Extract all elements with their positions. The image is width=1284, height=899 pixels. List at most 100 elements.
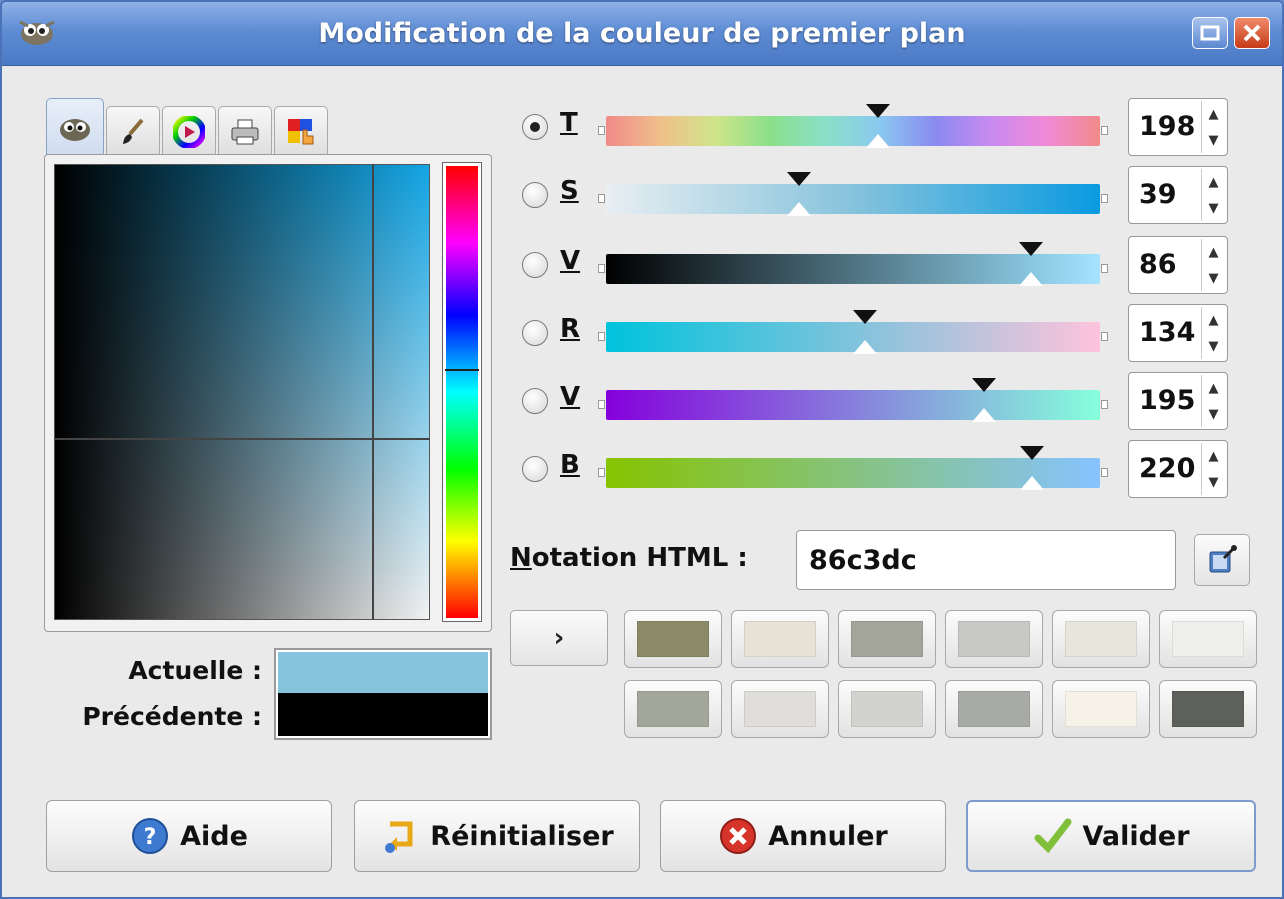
slider-handle-top[interactable]	[853, 310, 878, 324]
slider-track[interactable]	[606, 184, 1100, 214]
spin-buttons: ▲ ▼	[1201, 101, 1225, 153]
tab-watercolor[interactable]	[274, 106, 328, 156]
history-swatch-10[interactable]	[1052, 680, 1150, 738]
color-picker-button[interactable]	[1194, 534, 1250, 586]
spin-up-icon[interactable]: ▲	[1201, 375, 1225, 401]
color-wheel-icon	[173, 115, 205, 148]
channel-radio[interactable]	[522, 456, 548, 482]
spin-up-icon[interactable]: ▲	[1201, 239, 1225, 265]
spin-buttons: ▲ ▼	[1201, 375, 1225, 427]
spin-down-icon[interactable]: ▼	[1201, 265, 1225, 291]
channel-spinbutton[interactable]: 134 ▲ ▼	[1128, 304, 1228, 362]
channel-spinbutton[interactable]: 220 ▲ ▼	[1128, 440, 1228, 498]
slider-handle-top[interactable]	[971, 378, 996, 392]
history-swatch-8[interactable]	[838, 680, 936, 738]
channel-slider[interactable]	[596, 170, 1108, 220]
channel-spinbutton[interactable]: 198 ▲ ▼	[1128, 98, 1228, 156]
channel-row-0: T 198 ▲ ▼	[522, 98, 1252, 158]
spin-up-icon[interactable]: ▲	[1201, 169, 1225, 195]
channel-slider[interactable]	[596, 444, 1108, 494]
history-swatch-2[interactable]	[838, 610, 936, 668]
spin-buttons: ▲ ▼	[1201, 239, 1225, 291]
hue-marker	[445, 369, 479, 371]
channel-radio[interactable]	[522, 182, 548, 208]
current-color-swatch[interactable]	[278, 652, 488, 693]
spin-up-icon[interactable]: ▲	[1201, 443, 1225, 469]
history-color	[958, 691, 1030, 727]
channel-value[interactable]: 39	[1139, 179, 1177, 210]
cancel-button[interactable]: Annuler	[660, 800, 946, 872]
close-icon	[1243, 24, 1261, 42]
hue-strip[interactable]	[442, 162, 482, 622]
sv-crosshair-horizontal	[54, 438, 430, 440]
spin-down-icon[interactable]: ▼	[1201, 195, 1225, 221]
tab-printer[interactable]	[218, 106, 272, 156]
reset-button[interactable]: Réinitialiser	[354, 800, 640, 872]
channel-value[interactable]: 220	[1139, 453, 1195, 484]
slider-handle-top[interactable]	[786, 172, 811, 186]
slider-handle-top[interactable]	[1018, 242, 1043, 256]
channel-label: T	[560, 108, 578, 138]
history-add-button[interactable]: ›	[510, 610, 608, 666]
history-swatch-11[interactable]	[1159, 680, 1257, 738]
history-color	[1065, 691, 1137, 727]
history-swatch-3[interactable]	[945, 610, 1043, 668]
history-swatch-7[interactable]	[731, 680, 829, 738]
help-button[interactable]: ? Aide	[46, 800, 332, 872]
channel-value[interactable]: 134	[1139, 317, 1195, 348]
html-notation-input[interactable]	[796, 530, 1176, 590]
maximize-icon	[1200, 25, 1220, 41]
channel-value[interactable]: 86	[1139, 249, 1177, 280]
history-swatch-4[interactable]	[1052, 610, 1150, 668]
slider-end-cap	[1101, 332, 1108, 341]
spin-down-icon[interactable]: ▼	[1201, 401, 1225, 427]
channel-value[interactable]: 195	[1139, 385, 1195, 416]
slider-handle-top[interactable]	[865, 104, 890, 118]
slider-handle-bottom	[786, 202, 811, 216]
history-color	[958, 621, 1030, 657]
channel-radio[interactable]	[522, 388, 548, 414]
ok-button[interactable]: Valider	[966, 800, 1256, 872]
spin-down-icon[interactable]: ▼	[1201, 469, 1225, 495]
slider-handle-bottom	[971, 408, 996, 422]
channel-slider[interactable]	[596, 240, 1108, 290]
history-swatch-1[interactable]	[731, 610, 829, 668]
reset-icon	[385, 821, 413, 853]
channel-radio[interactable]	[522, 114, 548, 140]
spin-down-icon[interactable]: ▼	[1201, 127, 1225, 153]
maximize-button[interactable]	[1192, 17, 1228, 49]
sv-crosshair-vertical	[372, 164, 374, 620]
channel-spinbutton[interactable]: 86 ▲ ▼	[1128, 236, 1228, 294]
slider-handle-bottom	[865, 134, 890, 148]
channel-spinbutton[interactable]: 39 ▲ ▼	[1128, 166, 1228, 224]
channel-slider[interactable]	[596, 102, 1108, 152]
channel-radio[interactable]	[522, 320, 548, 346]
channel-row-4: V 195 ▲ ▼	[522, 372, 1252, 432]
history-swatch-9[interactable]	[945, 680, 1043, 738]
spin-up-icon[interactable]: ▲	[1201, 101, 1225, 127]
history-swatch-0[interactable]	[624, 610, 722, 668]
eyedropper-icon	[1209, 545, 1237, 573]
close-button[interactable]	[1234, 17, 1270, 49]
tab-color-wheel[interactable]	[162, 106, 216, 156]
history-swatch-5[interactable]	[1159, 610, 1257, 668]
slider-track[interactable]	[606, 116, 1100, 146]
slider-track[interactable]	[606, 390, 1100, 420]
tab-gimp-selector[interactable]	[46, 98, 104, 156]
title-bar[interactable]: Modification de la couleur de premier pl…	[2, 2, 1282, 66]
channel-spinbutton[interactable]: 195 ▲ ▼	[1128, 372, 1228, 430]
slider-handle-top[interactable]	[1020, 446, 1045, 460]
channel-slider[interactable]	[596, 308, 1108, 358]
channel-value[interactable]: 198	[1139, 111, 1195, 142]
slider-start-cap	[598, 468, 605, 477]
history-color	[744, 691, 816, 727]
spin-down-icon[interactable]: ▼	[1201, 333, 1225, 359]
history-swatch-6[interactable]	[624, 680, 722, 738]
channel-slider[interactable]	[596, 376, 1108, 426]
tab-brush[interactable]	[106, 106, 160, 156]
channel-label: V	[560, 382, 581, 412]
channel-row-3: R 134 ▲ ▼	[522, 304, 1252, 364]
channel-radio[interactable]	[522, 252, 548, 278]
previous-color-swatch[interactable]	[278, 693, 488, 736]
spin-up-icon[interactable]: ▲	[1201, 307, 1225, 333]
